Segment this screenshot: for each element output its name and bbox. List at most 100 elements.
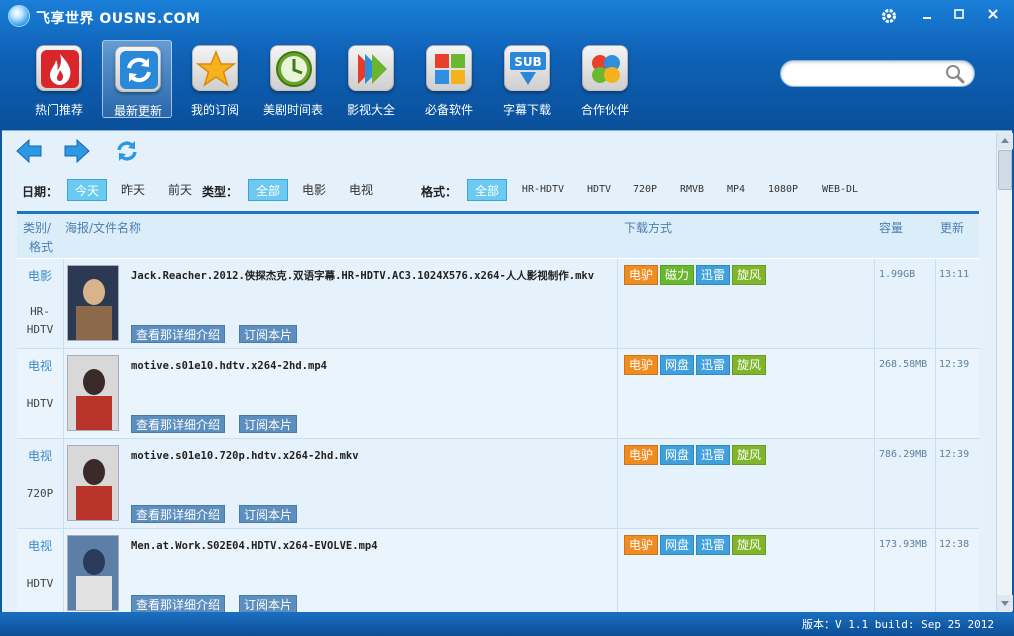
- star-icon: [192, 45, 238, 91]
- filter-format-all[interactable]: 全部: [467, 179, 507, 201]
- subscribe-button[interactable]: 订阅本片: [239, 505, 298, 523]
- nav-bar: [2, 131, 996, 171]
- update-time: 12:39: [939, 359, 970, 370]
- toolbar-item-schedule[interactable]: 美剧时间表: [258, 40, 328, 118]
- filter-type-movie[interactable]: 电影: [294, 179, 334, 201]
- filter-format-720p[interactable]: 720P: [625, 179, 665, 201]
- row-format: HDTV: [26, 323, 54, 336]
- table-row[interactable]: 电视 720P motive.s01e10.720p.hdtv.x264-2hd.m…: [17, 439, 979, 529]
- poster-image[interactable]: [67, 355, 119, 431]
- filter-format-mp4[interactable]: MP4: [716, 179, 756, 201]
- toolbar-item-hot[interactable]: 热门推荐: [24, 40, 94, 118]
- header-updated: 更新: [940, 221, 965, 235]
- file-name[interactable]: Men.at.Work.S02E04.HDTV.x264-EVOLVE.mp4: [131, 537, 617, 556]
- subscribe-button[interactable]: 订阅本片: [239, 415, 298, 433]
- scroll-down-arrow-icon[interactable]: [997, 595, 1013, 611]
- file-name[interactable]: motive.s01e10.720p.hdtv.x264-2hd.mkv: [131, 447, 617, 466]
- table-row[interactable]: 电影 HR- HDTV Jack.Reacher.2012.侠探杰克.双语字幕.HR-…: [17, 259, 979, 349]
- toolbar-item-software[interactable]: 必备软件: [414, 40, 484, 118]
- filter-format-hdtv[interactable]: HDTV: [579, 179, 619, 201]
- row-format: HDTV: [26, 577, 54, 590]
- type-filter-label: 类型：: [202, 185, 239, 199]
- table-row[interactable]: 电视 HDTV Men.at.Work.S02E04.HDTV.x264-EVOLV…: [17, 529, 979, 613]
- download-ed2k-button[interactable]: 电驴: [624, 535, 658, 555]
- file-size: 268.58MB: [879, 359, 928, 370]
- forward-arrow-icon[interactable]: [62, 137, 92, 165]
- download-ed2k-button[interactable]: 电驴: [624, 445, 658, 465]
- download-magnet-button[interactable]: 磁力: [660, 265, 694, 285]
- filter-format-1080p[interactable]: 1080P: [763, 179, 803, 201]
- toolbar-item-movies[interactable]: 影视大全: [336, 40, 406, 118]
- view-details-button[interactable]: 查看那详细介绍: [131, 415, 226, 433]
- download-xuanfeng-button[interactable]: 旋风: [732, 355, 766, 375]
- search-box: [780, 60, 975, 87]
- download-thunder-button[interactable]: 迅雷: [696, 535, 730, 555]
- download-xuanfeng-button[interactable]: 旋风: [732, 445, 766, 465]
- row-format: HDTV: [26, 397, 54, 410]
- toolbar-item-subtitles[interactable]: SUB 字幕下载: [492, 40, 562, 118]
- filter-date-yesterday[interactable]: 昨天: [113, 179, 153, 201]
- search-input[interactable]: [793, 65, 943, 83]
- file-table: 类别/ 格式 海报/文件名称 下载方式 容量 更新 电影 HR- HDTV Jack.…: [17, 214, 979, 613]
- row-format: HR-: [30, 305, 50, 318]
- filter-format-web-dl[interactable]: WEB-DL: [812, 179, 868, 201]
- subscribe-button[interactable]: 订阅本片: [239, 325, 298, 343]
- file-name[interactable]: Jack.Reacher.2012.侠探杰克.双语字幕.HR-HDTV.AC3.…: [131, 267, 617, 286]
- row-category: 电视: [27, 359, 52, 373]
- toolbar-item-subscriptions[interactable]: 我的订阅: [180, 40, 250, 118]
- download-netdisk-button[interactable]: 网盘: [660, 535, 694, 555]
- view-details-button[interactable]: 查看那详细介绍: [131, 595, 226, 613]
- toolbar-item-label: 美剧时间表: [262, 103, 323, 117]
- download-ed2k-button[interactable]: 电驴: [624, 265, 658, 285]
- download-thunder-button[interactable]: 迅雷: [696, 355, 730, 375]
- refresh-icon[interactable]: [113, 137, 143, 165]
- toolbar-item-latest[interactable]: 最新更新: [102, 40, 172, 118]
- back-arrow-icon[interactable]: [14, 137, 44, 165]
- table-row[interactable]: 电视 HDTV motive.s01e10.hdtv.x264-2hd.mp4 查看那…: [17, 349, 979, 439]
- download-ed2k-button[interactable]: 电驴: [624, 355, 658, 375]
- minimize-icon[interactable]: [914, 4, 940, 26]
- file-size: 786.29MB: [879, 449, 928, 460]
- toolbar-item-partners[interactable]: 合作伙伴: [570, 40, 640, 118]
- row-category: 电视: [27, 449, 52, 463]
- file-size: 1.99GB: [879, 269, 916, 280]
- filter-type-all[interactable]: 全部: [248, 179, 288, 201]
- download-thunder-button[interactable]: 迅雷: [696, 265, 730, 285]
- download-netdisk-button[interactable]: 网盘: [660, 355, 694, 375]
- close-icon[interactable]: [980, 4, 1006, 26]
- main-toolbar: 热门推荐 最新更新 我的订阅 美剧时间表 影视大全 必备软件 SUB 字幕下载 …: [0, 38, 700, 120]
- header-filename: 海报/文件名称: [65, 221, 142, 235]
- scroll-thumb[interactable]: [998, 150, 1012, 190]
- filter-type-tv[interactable]: 电视: [341, 179, 381, 201]
- file-size: 173.93MB: [879, 539, 928, 550]
- download-xuanfeng-button[interactable]: 旋风: [732, 265, 766, 285]
- toolbar-item-label: 我的订阅: [190, 103, 239, 117]
- view-details-button[interactable]: 查看那详细介绍: [131, 325, 226, 343]
- poster-image[interactable]: [67, 535, 119, 611]
- header-category: 类别/: [23, 221, 52, 235]
- poster-image[interactable]: [67, 265, 119, 341]
- filter-format-rmvb[interactable]: RMVB: [672, 179, 712, 201]
- maximize-icon[interactable]: [946, 4, 972, 26]
- subscribe-button[interactable]: 订阅本片: [239, 595, 298, 613]
- download-xuanfeng-button[interactable]: 旋风: [732, 535, 766, 555]
- filter-format-hr-hdtv[interactable]: HR-HDTV: [514, 179, 572, 201]
- header-size: 容量: [879, 221, 904, 235]
- download-netdisk-button[interactable]: 网盘: [660, 445, 694, 465]
- filter-date-today[interactable]: 今天: [67, 179, 107, 201]
- header-download: 下载方式: [624, 221, 673, 235]
- poster-image[interactable]: [67, 445, 119, 521]
- row-category: 电影: [27, 269, 52, 283]
- header-format: 格式: [29, 240, 54, 254]
- download-thunder-button[interactable]: 迅雷: [696, 445, 730, 465]
- vertical-scrollbar[interactable]: [996, 133, 1013, 611]
- filter-date-daybefore[interactable]: 前天: [160, 179, 200, 201]
- view-details-button[interactable]: 查看那详细介绍: [131, 505, 226, 523]
- file-name[interactable]: motive.s01e10.hdtv.x264-2hd.mp4: [131, 357, 617, 376]
- scroll-up-arrow-icon[interactable]: [997, 133, 1013, 149]
- search-icon[interactable]: [944, 64, 966, 84]
- format-filter-label: 格式：: [421, 185, 458, 199]
- settings-icon[interactable]: [876, 4, 902, 26]
- refresh-icon: [115, 46, 161, 92]
- flame-icon: [36, 45, 82, 91]
